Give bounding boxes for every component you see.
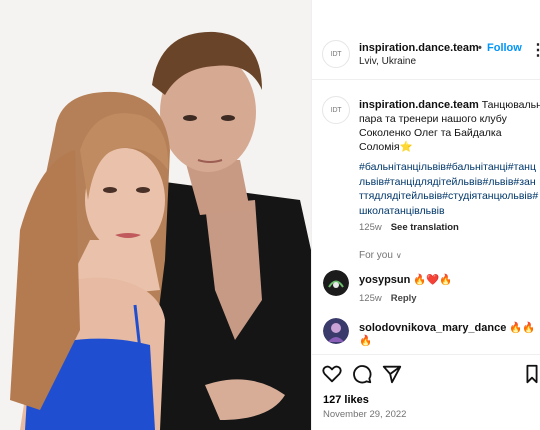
post-username[interactable]: inspiration.dance.team bbox=[359, 42, 479, 54]
comment-body: 🔥❤️🔥 bbox=[410, 274, 453, 286]
reply-button[interactable]: Reply bbox=[391, 293, 417, 304]
follow-button[interactable]: Follow bbox=[487, 42, 522, 54]
post-actions: 127 likes November 29, 2022 bbox=[312, 354, 540, 430]
caption-text: inspiration.dance.team Танцювальна пара … bbox=[359, 98, 540, 154]
caption-hashtags[interactable]: #бальнітанцільвів#бальнітанці#танц львів… bbox=[359, 160, 538, 218]
hashtag-line-4[interactable]: школатанцівльвів bbox=[359, 205, 445, 217]
comment-icon[interactable] bbox=[351, 363, 373, 385]
post-photo-image bbox=[0, 0, 311, 430]
comment-username[interactable]: yosypsun bbox=[359, 274, 410, 286]
avatar[interactable]: IDT bbox=[322, 40, 350, 68]
caption-age: 125w bbox=[359, 222, 382, 233]
share-icon[interactable] bbox=[381, 363, 403, 385]
post-date: November 29, 2022 bbox=[323, 409, 407, 420]
caption-line-2: пара та тренери нашого клубу bbox=[359, 113, 507, 125]
caption-line-3: Соколенко Олег та Байдалка bbox=[359, 127, 502, 139]
for-you-toggle[interactable]: For you ∨ bbox=[359, 250, 402, 261]
see-translation-button[interactable]: See translation bbox=[391, 222, 459, 233]
post-header: IDT inspiration.dance.team • Follow Lviv… bbox=[312, 32, 540, 80]
post-location[interactable]: Lviv, Ukraine bbox=[359, 56, 416, 67]
caption-meta: 125w See translation bbox=[359, 222, 459, 233]
comment-text: solodovnikova_mary_dance 🔥🔥 🔥 bbox=[359, 321, 535, 347]
heart-icon[interactable] bbox=[321, 363, 343, 385]
likes-count[interactable]: 127 likes bbox=[323, 394, 369, 406]
more-icon[interactable]: ⋮ bbox=[530, 40, 540, 60]
hashtag-line-1[interactable]: #бальнітанцільвів#бальнітанці#танц bbox=[359, 161, 536, 173]
post-details-panel: IDT inspiration.dance.team • Follow Lviv… bbox=[311, 0, 540, 430]
separator-dot: • bbox=[478, 42, 482, 54]
caption-avatar[interactable]: IDT bbox=[322, 96, 350, 124]
comment-avatar[interactable] bbox=[323, 318, 349, 344]
caption-line-1: Танцювальна bbox=[481, 99, 540, 111]
caption-username[interactable]: inspiration.dance.team bbox=[359, 99, 479, 111]
comment-avatar[interactable] bbox=[323, 270, 349, 296]
comment-age: 125w bbox=[359, 293, 382, 304]
comment-text: yosypsun 🔥❤️🔥 bbox=[359, 273, 453, 286]
hashtag-line-3[interactable]: ттядлядітейльвів#студіятанцюльвів# bbox=[359, 190, 538, 202]
chevron-down-icon: ∨ bbox=[395, 251, 402, 260]
for-you-label: For you bbox=[359, 250, 393, 261]
caption-line-4: Соломія⭐ bbox=[359, 141, 413, 153]
hashtag-line-2[interactable]: львів#танцідлядітейльвів#львів#зан bbox=[359, 176, 536, 188]
post-photo[interactable] bbox=[0, 0, 311, 430]
comment-username[interactable]: solodovnikova_mary_dance bbox=[359, 322, 506, 334]
comment-body: 🔥🔥 bbox=[506, 322, 536, 334]
bookmark-icon[interactable] bbox=[525, 363, 539, 385]
comment-body-line-2: 🔥 bbox=[359, 335, 373, 347]
comment-meta: 125w Reply bbox=[359, 293, 417, 304]
